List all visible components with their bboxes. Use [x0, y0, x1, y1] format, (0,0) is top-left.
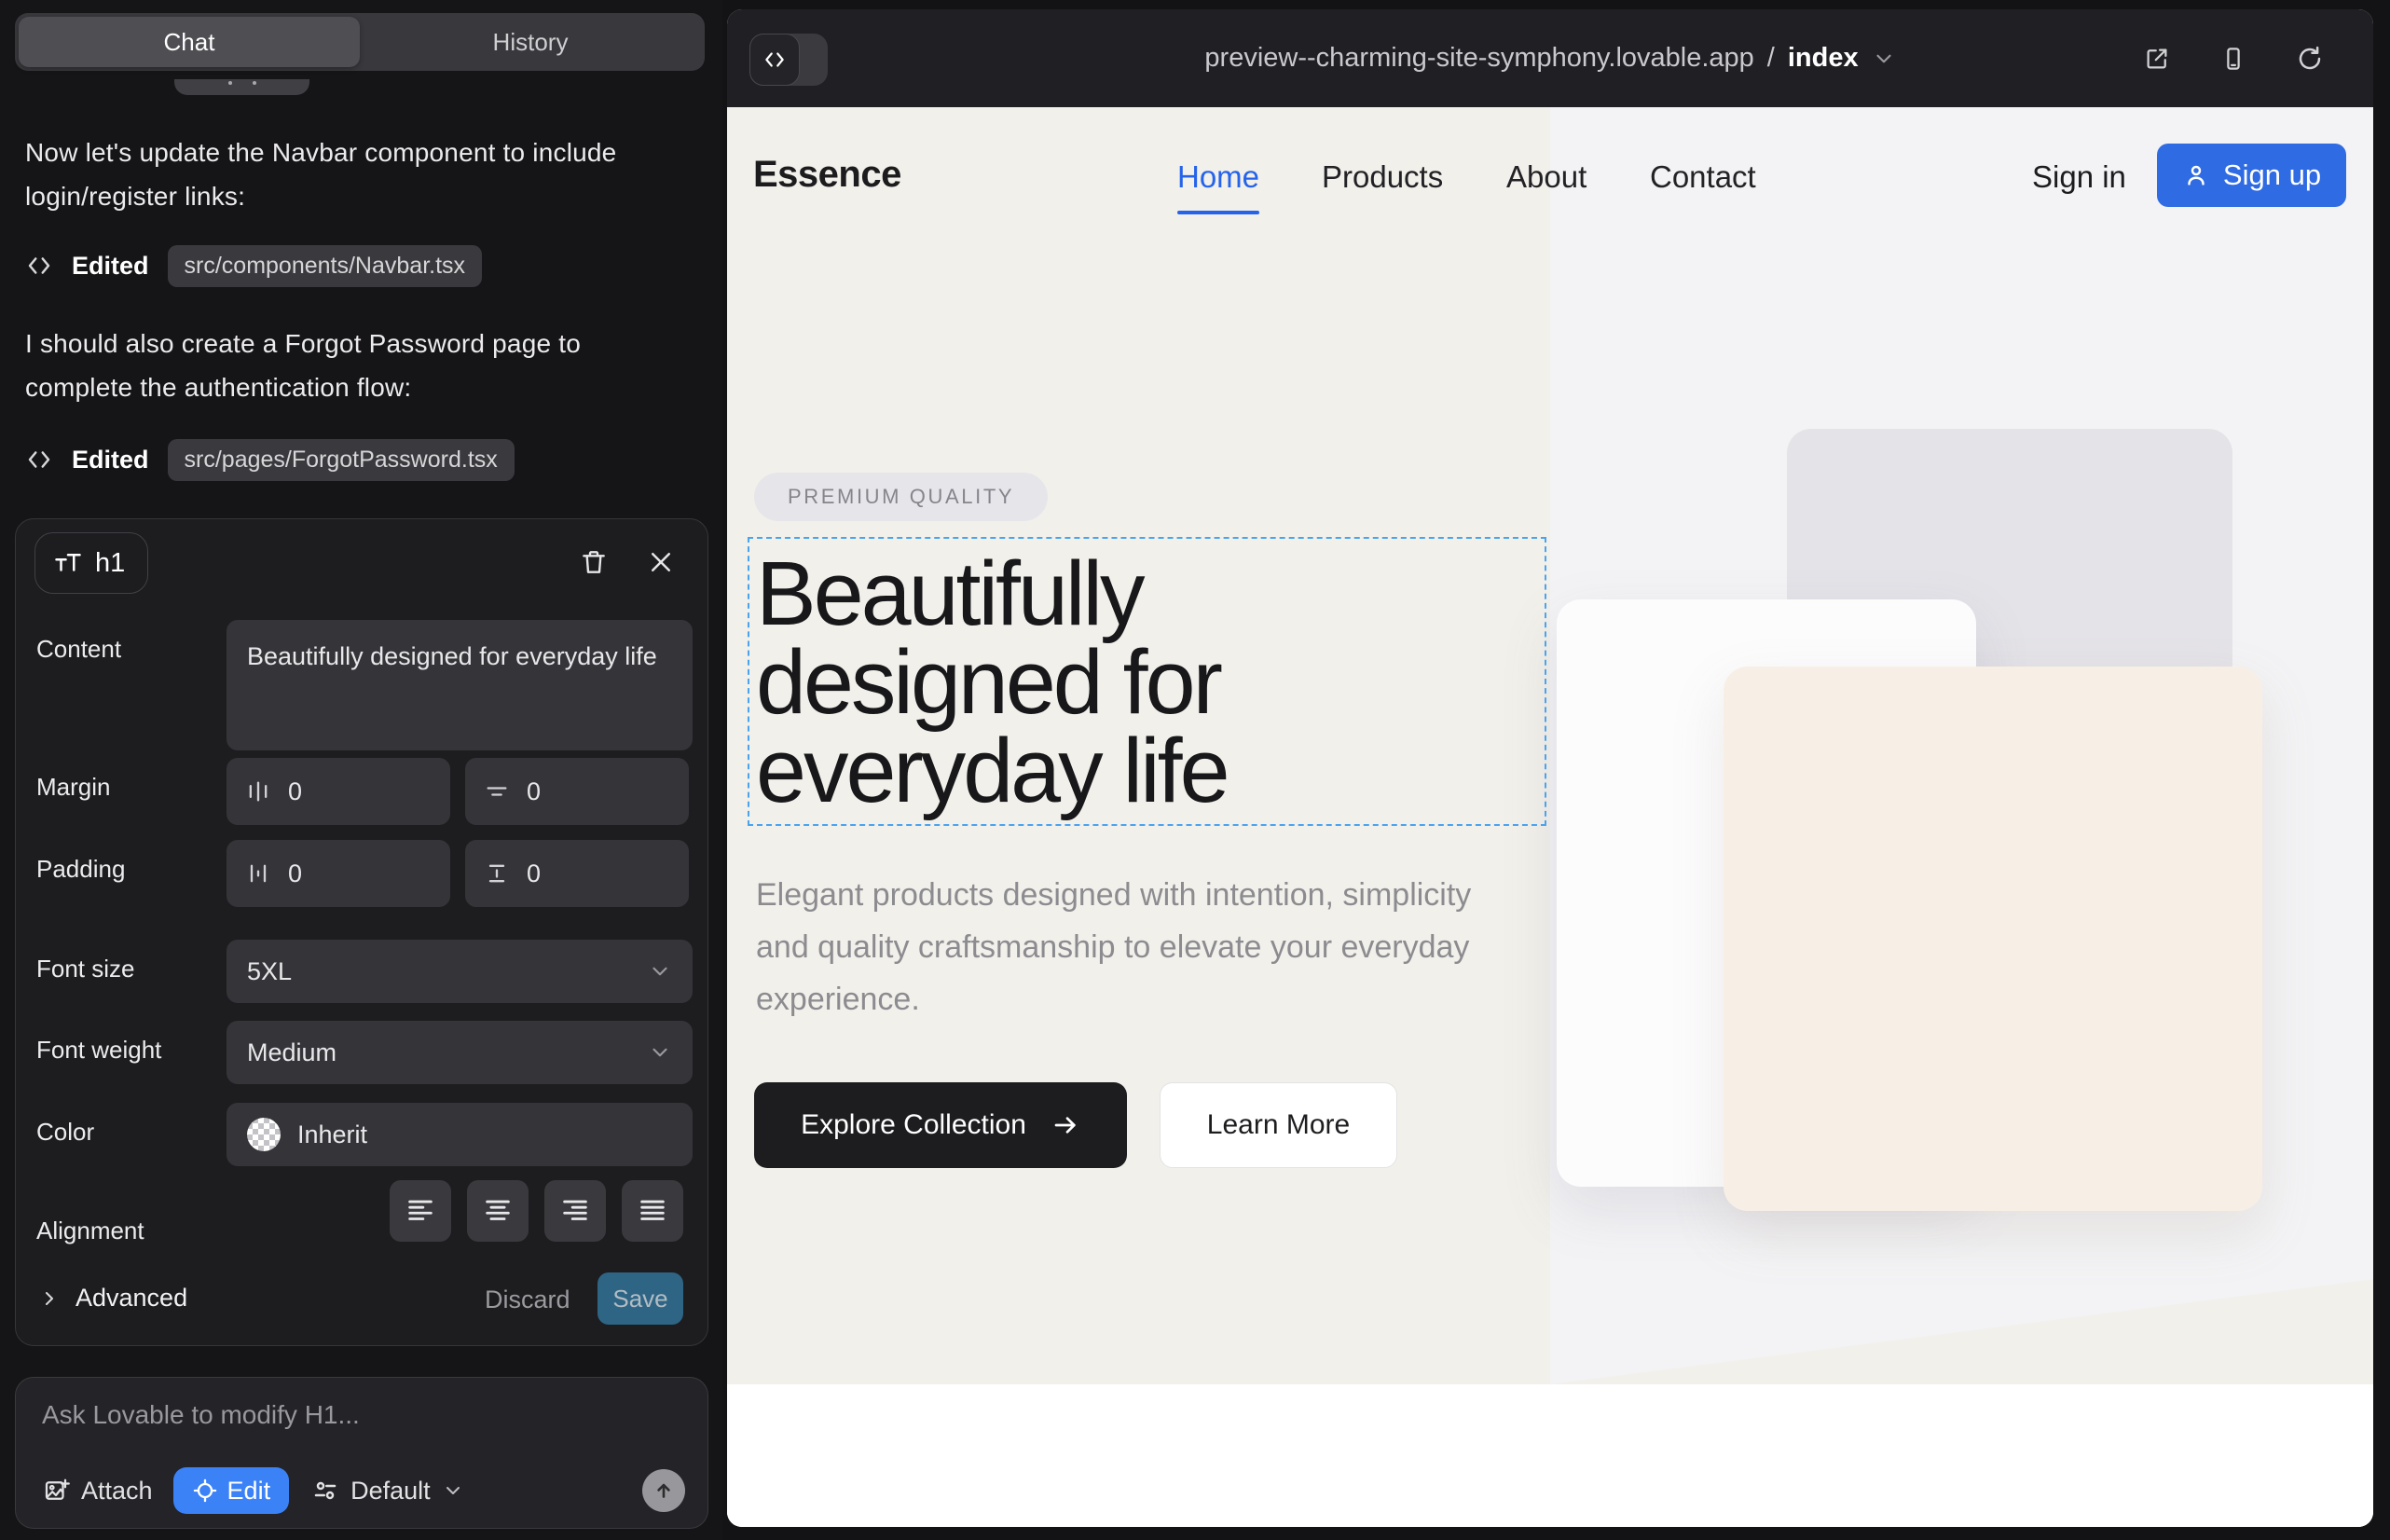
- chevron-right-icon: [38, 1287, 61, 1310]
- alignment-label: Alignment: [36, 1217, 144, 1245]
- margin-horizontal-icon: [245, 778, 271, 804]
- learn-more-button[interactable]: Learn More: [1160, 1082, 1397, 1168]
- align-center-button[interactable]: [467, 1180, 529, 1242]
- mobile-icon: [2219, 45, 2247, 73]
- refresh-icon: [2296, 45, 2324, 73]
- margin-label: Margin: [36, 773, 110, 802]
- margin-x-input[interactable]: 0: [227, 758, 450, 825]
- font-weight-label: Font weight: [36, 1036, 161, 1065]
- scrolled-chip-partial: [174, 79, 309, 95]
- sign-in-link[interactable]: Sign in: [2032, 159, 2126, 195]
- nav-link-contact[interactable]: Contact: [1650, 159, 1756, 195]
- url-page: index: [1788, 43, 1859, 74]
- attach-image-icon: [42, 1477, 70, 1505]
- close-icon: [647, 548, 675, 576]
- font-size-select[interactable]: 5XL: [227, 940, 693, 1003]
- site-preview: Essence Home Products About Contact Sign…: [727, 107, 2373, 1527]
- file-chip[interactable]: src/pages/ForgotPassword.tsx: [168, 439, 515, 481]
- attach-button[interactable]: Attach: [42, 1477, 153, 1506]
- edited-label: Edited: [72, 252, 149, 281]
- hero-section: Essence Home Products About Contact Sign…: [727, 107, 2373, 1384]
- type-icon: [52, 549, 84, 577]
- nav-link-about[interactable]: About: [1506, 159, 1586, 195]
- code-icon: [25, 252, 53, 280]
- sign-up-button[interactable]: Sign up: [2157, 144, 2346, 207]
- mobile-view-button[interactable]: [2211, 36, 2256, 81]
- tab-history[interactable]: History: [360, 17, 701, 67]
- external-link-icon: [2143, 45, 2171, 73]
- align-justify-button[interactable]: [622, 1180, 683, 1242]
- chat-message: Now let's update the Navbar component to…: [25, 131, 689, 218]
- refresh-button[interactable]: [2287, 36, 2332, 81]
- close-editor-button[interactable]: [639, 540, 683, 584]
- color-select[interactable]: Inherit: [227, 1103, 693, 1166]
- discard-button[interactable]: Discard: [485, 1286, 570, 1314]
- padding-vertical-icon: [484, 860, 510, 887]
- edit-mode-button[interactable]: Edit: [173, 1467, 290, 1514]
- arrow-right-icon: [1051, 1110, 1080, 1140]
- align-right-icon: [559, 1195, 591, 1227]
- chevron-down-icon: [442, 1479, 464, 1502]
- section-below-hero: [727, 1384, 2373, 1527]
- padding-y-input[interactable]: 0: [465, 840, 689, 907]
- font-size-label: Font size: [36, 955, 135, 983]
- align-left-button[interactable]: [390, 1180, 451, 1242]
- advanced-toggle[interactable]: Advanced: [38, 1284, 187, 1313]
- nav-link-products[interactable]: Products: [1322, 159, 1443, 195]
- file-chip[interactable]: src/components/Navbar.tsx: [168, 245, 483, 287]
- arrow-up-icon: [652, 1478, 676, 1503]
- margin-y-input[interactable]: 0: [465, 758, 689, 825]
- padding-x-input[interactable]: 0: [227, 840, 450, 907]
- delete-element-button[interactable]: [571, 540, 616, 584]
- premium-quality-badge: PREMIUM QUALITY: [754, 473, 1048, 521]
- active-nav-underline: [1177, 211, 1259, 214]
- chevron-down-icon: [648, 1040, 672, 1065]
- padding-horizontal-icon: [245, 860, 271, 887]
- user-icon: [2182, 161, 2210, 189]
- hero-headline[interactable]: Beautifully designed for everyday life: [756, 549, 1228, 815]
- target-icon: [192, 1478, 218, 1504]
- url-bar[interactable]: preview--charming-site-symphony.lovable.…: [727, 9, 2373, 107]
- content-input[interactable]: Beautifully designed for everyday life: [227, 620, 693, 750]
- save-button[interactable]: Save: [598, 1272, 683, 1325]
- tab-chat[interactable]: Chat: [19, 17, 360, 67]
- chat-composer: Attach Edit Default: [15, 1377, 708, 1529]
- trash-icon: [579, 547, 609, 577]
- model-default-select[interactable]: Default: [311, 1477, 464, 1506]
- open-external-button[interactable]: [2135, 36, 2179, 81]
- chevron-down-icon: [648, 959, 672, 983]
- edited-file-row[interactable]: Edited src/pages/ForgotPassword.tsx: [25, 438, 515, 481]
- panel-tabs: Chat History: [15, 13, 705, 71]
- align-left-icon: [405, 1195, 436, 1227]
- chat-message: I should also create a Forgot Password p…: [25, 322, 689, 409]
- margin-vertical-icon: [484, 778, 510, 804]
- transparency-swatch-icon: [247, 1118, 281, 1151]
- edited-file-row[interactable]: Edited src/components/Navbar.tsx: [25, 244, 482, 287]
- selected-element-tag: h1: [34, 532, 148, 594]
- explore-collection-button[interactable]: Explore Collection: [754, 1082, 1127, 1168]
- align-right-button[interactable]: [544, 1180, 606, 1242]
- element-editor-panel: h1 Content Beautifully designed for ever…: [15, 518, 708, 1346]
- content-label: Content: [36, 635, 121, 664]
- align-justify-icon: [637, 1195, 668, 1227]
- url-separator: /: [1767, 43, 1775, 74]
- padding-label: Padding: [36, 855, 125, 884]
- decor-card-cream: [1724, 667, 2262, 1211]
- hero-description: Elegant products designed with intention…: [756, 869, 1502, 1025]
- code-icon: [25, 446, 53, 474]
- browser-topbar: preview--charming-site-symphony.lovable.…: [727, 9, 2373, 107]
- font-weight-select[interactable]: Medium: [227, 1021, 693, 1084]
- lovable-side-panel: Chat History Now let's update the Navbar…: [0, 0, 722, 1540]
- nav-link-home[interactable]: Home: [1177, 159, 1259, 195]
- url-host: preview--charming-site-symphony.lovable.…: [1204, 43, 1753, 74]
- chevron-down-icon: [1872, 47, 1896, 71]
- edited-label: Edited: [72, 446, 149, 474]
- color-label: Color: [36, 1118, 94, 1147]
- preview-browser-window: preview--charming-site-symphony.lovable.…: [727, 9, 2373, 1527]
- site-logo[interactable]: Essence: [753, 154, 901, 196]
- send-button[interactable]: [642, 1469, 685, 1512]
- align-center-icon: [482, 1195, 514, 1227]
- sliders-icon: [311, 1477, 339, 1505]
- composer-input[interactable]: [42, 1400, 685, 1452]
